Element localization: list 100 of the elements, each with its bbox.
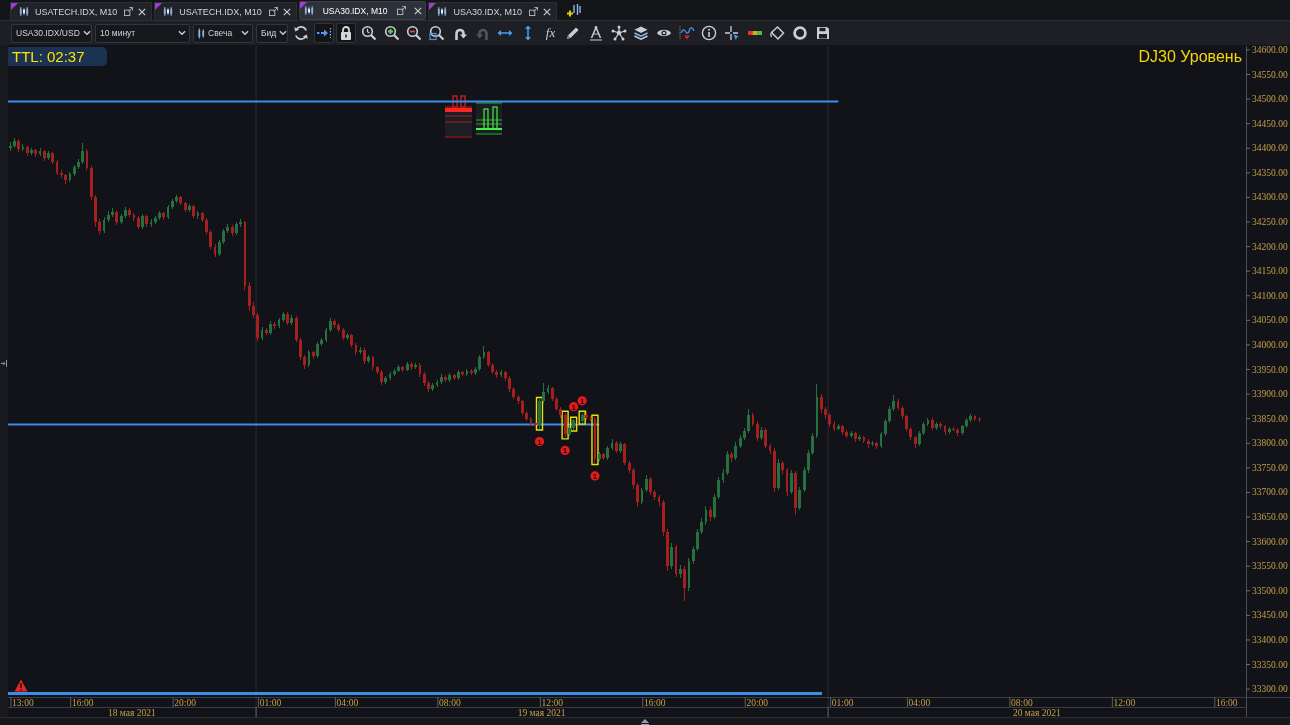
price-axis-label: 33650.00 <box>1252 512 1288 523</box>
volume-cluster <box>444 95 503 138</box>
price-axis-label: 34550.00 <box>1252 69 1288 80</box>
compass-icon <box>587 25 604 41</box>
date-axis-label: 19 мая 2021 <box>517 707 566 717</box>
crosshair-icon <box>724 25 741 41</box>
price-axis-label: 33500.00 <box>1252 585 1288 596</box>
price-axis-label: 33750.00 <box>1252 462 1288 473</box>
time-axis-label: 20:00 <box>174 697 196 708</box>
corner-triangle-icon <box>11 3 18 10</box>
date-axis-label: 20 мая 2021 <box>1012 707 1061 717</box>
close-icon[interactable] <box>543 7 551 16</box>
symbol-dropdown[interactable]: USA30.IDX/USD <box>11 23 92 43</box>
time-axis-label: 13:00 <box>12 697 34 708</box>
price-axis-label: 34400.00 <box>1252 143 1288 154</box>
price-type-dropdown[interactable]: Бид <box>256 23 288 43</box>
price-axis-label: 33400.00 <box>1252 634 1288 645</box>
price-axis-label: 33700.00 <box>1252 487 1288 498</box>
price-axis-label: 34450.00 <box>1252 118 1288 129</box>
signal-marker: 1 <box>577 396 587 406</box>
time-axis-label: 08:00 <box>439 697 461 708</box>
chevron-down-icon <box>241 30 249 36</box>
time-axis-label: 08:00 <box>1011 697 1033 708</box>
price-axis-label: 34300.00 <box>1252 192 1288 203</box>
time-axis-label: 16:00 <box>1215 697 1238 708</box>
signal-marker: 1 <box>569 402 579 412</box>
time-axis-label: 16:00 <box>643 697 666 708</box>
timeframe-dropdown[interactable]: 10 минут <box>95 23 190 43</box>
chevron-down-icon <box>82 30 91 36</box>
close-icon[interactable] <box>282 7 291 16</box>
chevron-down-icon <box>279 30 288 36</box>
magnifier-clock-icon <box>361 25 378 41</box>
ttl-timer: TTL: 02:37 <box>8 47 107 66</box>
price-axis-label: 34250.00 <box>1252 217 1288 227</box>
chevron-down-icon <box>178 30 186 36</box>
scrollbar[interactable] <box>8 692 822 695</box>
arrow-up-icon[interactable] <box>641 718 649 725</box>
refresh-button[interactable] <box>291 23 311 43</box>
chart-tab[interactable]: USA30.IDX, M10 <box>298 1 427 20</box>
chart-tab[interactable]: USATECH.IDX, M10 <box>10 2 153 20</box>
signal-marker: 1 <box>534 436 545 447</box>
time-axis-label: 04:00 <box>908 697 931 708</box>
price-axis-label: 34600.00 <box>1252 45 1288 55</box>
warning-icon[interactable] <box>14 679 28 692</box>
price-axis-label: 34500.00 <box>1252 94 1288 105</box>
candles-icon <box>198 27 205 39</box>
time-axis-label: 12:00 <box>1113 697 1136 708</box>
info-icon <box>701 25 718 41</box>
zoom-out-icon <box>406 25 423 41</box>
signal-marker: 1 <box>560 445 570 456</box>
price-axis-label: 34100.00 <box>1252 290 1288 301</box>
price-axis-label: 33600.00 <box>1252 536 1288 547</box>
paint-bucket-icon <box>769 25 786 41</box>
price-axis-label: 33550.00 <box>1252 561 1288 572</box>
price-axis-label: 34000.00 <box>1252 339 1288 350</box>
corner-triangle-icon <box>429 3 437 10</box>
price-axis-label: 33450.00 <box>1252 610 1288 621</box>
corner-triangle-icon <box>299 2 307 9</box>
scroll-to-end-button[interactable] <box>313 23 334 43</box>
candles-icon <box>163 6 174 17</box>
arrow-right-icon[interactable] <box>1 360 7 367</box>
add-chart-icon[interactable] <box>567 4 581 17</box>
candles-icon <box>437 6 448 17</box>
time-axis-label: 20:00 <box>746 697 768 708</box>
refresh-icon <box>293 25 309 41</box>
external-window-icon[interactable] <box>124 7 134 16</box>
chart-tab[interactable]: USA30.IDX, M10 <box>428 2 557 20</box>
lock-button[interactable] <box>336 23 357 43</box>
price-axis-label: 34150.00 <box>1252 266 1288 277</box>
external-window-icon[interactable] <box>268 7 278 16</box>
time-axis-label: 01:00 <box>831 697 854 708</box>
close-icon[interactable] <box>414 6 423 15</box>
chart-title: DJ30 Уровень <box>1138 47 1242 66</box>
price-axis-label: 34050.00 <box>1252 315 1288 326</box>
price-axis-label: 34200.00 <box>1252 241 1288 252</box>
chart-tab[interactable]: USATECH.IDX, M10 <box>154 2 297 20</box>
chart-type-dropdown[interactable]: Свеча <box>193 23 253 43</box>
save-icon <box>814 25 831 41</box>
magnifier-square-icon <box>429 25 446 41</box>
time-axis-label: 01:00 <box>259 697 282 708</box>
time-axis-label: 16:00 <box>71 697 94 708</box>
arrow-right-icon <box>315 25 332 41</box>
close-icon[interactable] <box>138 7 147 16</box>
price-axis-label: 33300.00 <box>1252 684 1288 695</box>
ring-icon <box>792 25 809 41</box>
external-window-icon[interactable] <box>397 6 407 15</box>
time-axis-label: 12:00 <box>541 697 564 708</box>
time-axis-label: 04:00 <box>336 697 359 708</box>
signal-marker: 1 <box>590 471 600 481</box>
wave-icon <box>678 25 695 41</box>
price-axis-label: 33950.00 <box>1252 364 1288 375</box>
price-axis-label: 33850.00 <box>1252 413 1288 424</box>
zoom-in-icon <box>383 25 400 41</box>
layers-icon <box>633 25 650 41</box>
candles-icon <box>19 6 29 17</box>
external-window-icon[interactable] <box>529 7 538 16</box>
price-axis-label: 33800.00 <box>1252 438 1288 449</box>
price-axis-label: 33350.00 <box>1252 659 1288 670</box>
indicator-button[interactable]: fx <box>540 23 561 43</box>
date-axis-label: 18 мая 2021 <box>107 707 156 717</box>
